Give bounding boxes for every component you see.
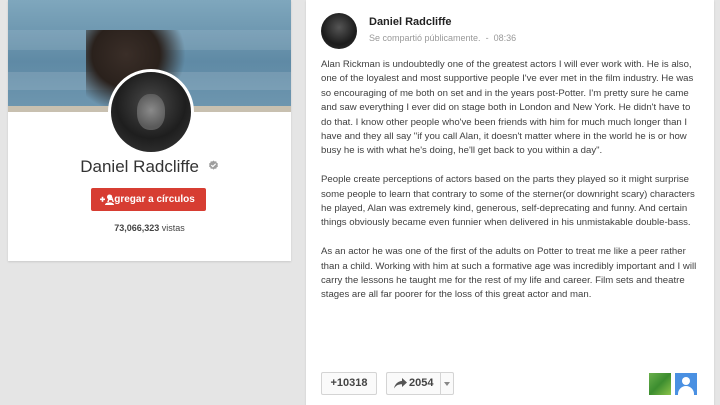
- sharer-avatar[interactable]: [649, 373, 671, 395]
- post-card: Daniel Radcliffe Se compartió públicamen…: [306, 0, 714, 405]
- profile-name-row: Daniel Radcliffe: [8, 157, 291, 177]
- verified-check-icon: [208, 160, 218, 170]
- views-count: 73,066,323 vistas: [8, 223, 291, 233]
- meta-separator: -: [485, 33, 489, 43]
- sharer-avatar-default[interactable]: [675, 373, 697, 395]
- add-person-icon: [100, 194, 114, 205]
- post-paragraph: Alan Rickman is undoubtedly one of the g…: [321, 59, 694, 157]
- views-label: vistas: [161, 223, 185, 233]
- post-meta: Se compartió públicamente. - 08:36: [369, 33, 516, 43]
- profile-card: Daniel Radcliffe Agregar a círculos 73,0…: [8, 0, 291, 261]
- share-count: 2054: [409, 377, 434, 389]
- share-button[interactable]: 2054: [386, 372, 440, 395]
- profile-name: Daniel Radcliffe: [80, 157, 200, 176]
- visibility-label: Se compartió públicamente.: [369, 33, 481, 43]
- views-number: 73,066,323: [114, 223, 160, 233]
- plus-one-button[interactable]: +10318: [321, 372, 377, 395]
- add-to-circles-button[interactable]: Agregar a círculos: [91, 188, 206, 211]
- share-arrow-icon: [394, 378, 407, 389]
- chevron-down-icon: [444, 382, 450, 386]
- post-paragraph: As an actor he was one of the first of t…: [321, 246, 697, 301]
- author-name[interactable]: Daniel Radcliffe: [369, 16, 452, 28]
- add-to-circles-label: Agregar a círculos: [107, 194, 195, 205]
- author-avatar[interactable]: [321, 13, 357, 49]
- profile-avatar[interactable]: [108, 69, 194, 155]
- post-paragraph: People create perceptions of actors base…: [321, 174, 695, 229]
- post-time[interactable]: 08:36: [494, 33, 517, 43]
- share-dropdown-button[interactable]: [440, 372, 454, 395]
- plus-one-count: +10318: [330, 377, 368, 389]
- post-body: Alan Rickman is undoubtedly one of the g…: [321, 58, 701, 317]
